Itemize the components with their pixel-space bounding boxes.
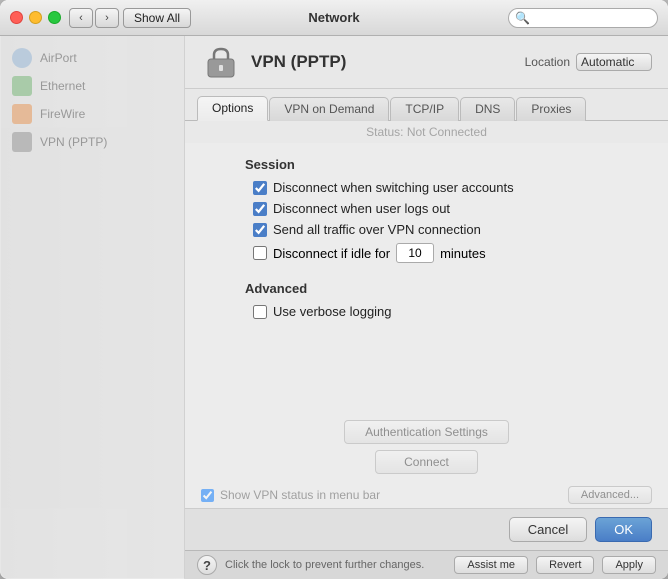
sidebar-item-ethernet: Ethernet — [0, 72, 184, 100]
right-panel: VPN (PPTP) Location Automatic Options VP… — [185, 36, 668, 579]
tab-vpn-on-demand[interactable]: VPN on Demand — [269, 97, 389, 121]
advanced-label: Advanced — [245, 281, 652, 296]
dialog-buttons: Cancel OK — [185, 508, 668, 550]
vpn-header: VPN (PPTP) Location Automatic — [185, 36, 668, 89]
show-vpn-status-label: Show VPN status in menu bar — [220, 488, 380, 502]
lock-text: Click the lock to prevent further change… — [225, 559, 446, 571]
tab-dns[interactable]: DNS — [460, 97, 515, 121]
status-text: Status: Not Connected — [366, 125, 487, 139]
tab-tcp-ip[interactable]: TCP/IP — [390, 97, 459, 121]
titlebar: ‹ › Show All Network 🔍 — [0, 0, 668, 36]
advanced-button[interactable]: Advanced... — [568, 486, 652, 504]
disconnect-idle-row: Disconnect if idle for 10 minutes — [245, 243, 652, 263]
search-box: 🔍 — [508, 8, 658, 28]
bottom-bar: ? Click the lock to prevent further chan… — [185, 550, 668, 579]
disconnect-switch-checkbox[interactable] — [253, 181, 267, 195]
location-label: Location — [525, 55, 570, 69]
maximize-button[interactable] — [48, 11, 61, 24]
search-input[interactable] — [534, 11, 651, 25]
revert-button[interactable]: Revert — [536, 556, 594, 574]
verbose-logging-label[interactable]: Use verbose logging — [253, 304, 392, 319]
connect-area: Authentication Settings Connect — [185, 420, 668, 482]
minimize-button[interactable] — [29, 11, 42, 24]
search-icon: 🔍 — [515, 11, 530, 25]
status-strip: Status: Not Connected — [185, 121, 668, 143]
sidebar-item-vpn: VPN (PPTP) — [0, 128, 184, 156]
options-panel: Session Disconnect when switching user a… — [185, 143, 668, 420]
show-vpn-status-checkbox[interactable] — [201, 489, 214, 502]
sidebar-item-firewire: FireWire — [0, 100, 184, 128]
show-vpn-row: Show VPN status in menu bar Advanced... — [185, 482, 668, 508]
tab-proxies[interactable]: Proxies — [516, 97, 586, 121]
cancel-button[interactable]: Cancel — [509, 517, 587, 542]
vpn-icon — [201, 42, 241, 82]
apply-button[interactable]: Apply — [602, 556, 656, 574]
location-row: Location Automatic — [525, 53, 652, 71]
help-button[interactable]: ? — [197, 555, 217, 575]
idle-minutes-input[interactable]: 10 — [396, 243, 434, 263]
window-title: Network — [308, 10, 359, 25]
disconnect-logout-label[interactable]: Disconnect when user logs out — [253, 201, 450, 216]
vpn-title: VPN (PPTP) — [251, 52, 346, 72]
network-window: ‹ › Show All Network 🔍 AirPort Ethernet … — [0, 0, 668, 579]
sidebar-item-airport: AirPort — [0, 44, 184, 72]
disconnect-switch-label[interactable]: Disconnect when switching user accounts — [253, 180, 514, 195]
disconnect-idle-checkbox[interactable] — [253, 246, 267, 260]
idle-suffix: minutes — [440, 246, 486, 261]
assist-me-button[interactable]: Assist me — [454, 556, 528, 574]
forward-button[interactable]: › — [95, 8, 119, 28]
tab-bar: Options VPN on Demand TCP/IP DNS Proxies — [185, 89, 668, 121]
back-button[interactable]: ‹ — [69, 8, 93, 28]
send-all-traffic-row: Send all traffic over VPN connection — [245, 222, 652, 237]
close-button[interactable] — [10, 11, 23, 24]
disconnect-idle-label: Disconnect if idle for — [273, 246, 390, 261]
disconnect-logout-checkbox[interactable] — [253, 202, 267, 216]
location-select[interactable]: Automatic — [576, 53, 652, 71]
auth-settings-button[interactable]: Authentication Settings — [344, 420, 509, 444]
session-label: Session — [245, 157, 652, 172]
verbose-logging-checkbox[interactable] — [253, 305, 267, 319]
sidebar: AirPort Ethernet FireWire VPN (PPTP) — [0, 36, 185, 579]
connect-button[interactable]: Connect — [375, 450, 478, 474]
tab-options[interactable]: Options — [197, 96, 268, 121]
ok-button[interactable]: OK — [595, 517, 652, 542]
disconnect-logout-row: Disconnect when user logs out — [245, 201, 652, 216]
disconnect-switch-row: Disconnect when switching user accounts — [245, 180, 652, 195]
show-all-button[interactable]: Show All — [123, 8, 191, 28]
traffic-lights — [10, 11, 61, 24]
content-body: Status: Not Connected Session Disconnect… — [185, 121, 668, 508]
verbose-logging-row: Use verbose logging — [245, 304, 652, 319]
send-all-traffic-checkbox[interactable] — [253, 223, 267, 237]
send-all-traffic-label[interactable]: Send all traffic over VPN connection — [253, 222, 481, 237]
nav-buttons: ‹ › — [69, 8, 119, 28]
